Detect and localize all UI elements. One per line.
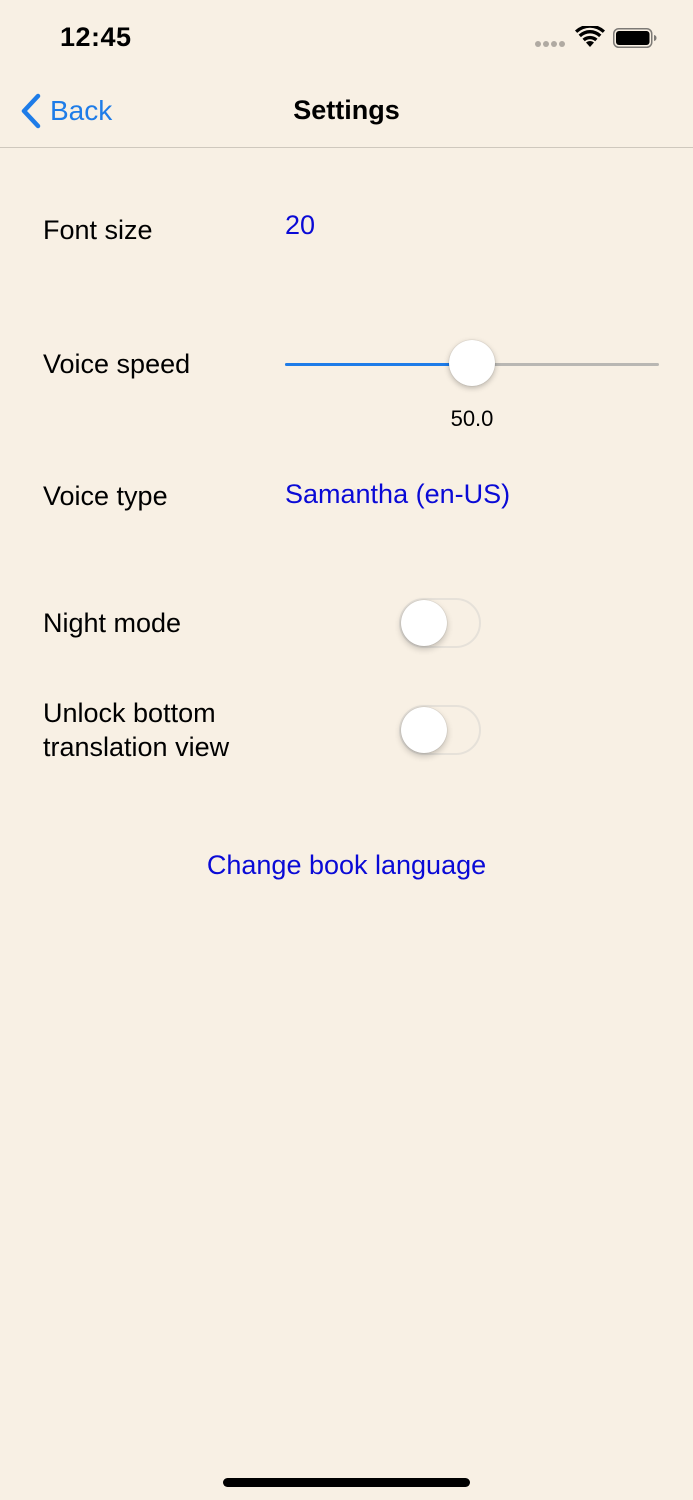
voice-type-label: Voice type: [43, 481, 168, 511]
battery-icon: [613, 28, 657, 48]
slider-thumb[interactable]: [449, 340, 495, 386]
toggle-knob: [401, 707, 447, 753]
home-indicator: [223, 1478, 470, 1487]
voice-speed-label: Voice speed: [43, 349, 191, 379]
unlock-translation-label: Unlock bottom translation view: [43, 696, 229, 764]
font-size-value[interactable]: 20: [285, 210, 315, 241]
slider-fill: [285, 363, 472, 366]
unlock-translation-label-line1: Unlock bottom: [43, 698, 216, 728]
toggle-knob: [401, 600, 447, 646]
unlock-translation-label-line2: translation view: [43, 732, 230, 762]
page-title: Settings: [293, 95, 400, 125]
night-mode-label: Night mode: [43, 608, 182, 638]
voice-type-value[interactable]: Samantha (en-US): [285, 479, 510, 510]
voice-speed-value: 50.0: [450, 406, 494, 431]
wifi-icon: [575, 26, 605, 47]
settings-screen: 12:45 Back Settings Font size 20 Voice s…: [0, 0, 693, 1500]
font-size-label: Font size: [43, 215, 153, 245]
status-time: 12:45: [60, 22, 132, 52]
change-book-language-link[interactable]: Change book language: [0, 850, 693, 881]
cellular-signal-icon: [535, 41, 567, 47]
unlock-translation-toggle[interactable]: [399, 705, 481, 755]
nav-divider: [0, 147, 693, 148]
voice-speed-slider[interactable]: [285, 340, 659, 388]
night-mode-toggle[interactable]: [399, 598, 481, 648]
